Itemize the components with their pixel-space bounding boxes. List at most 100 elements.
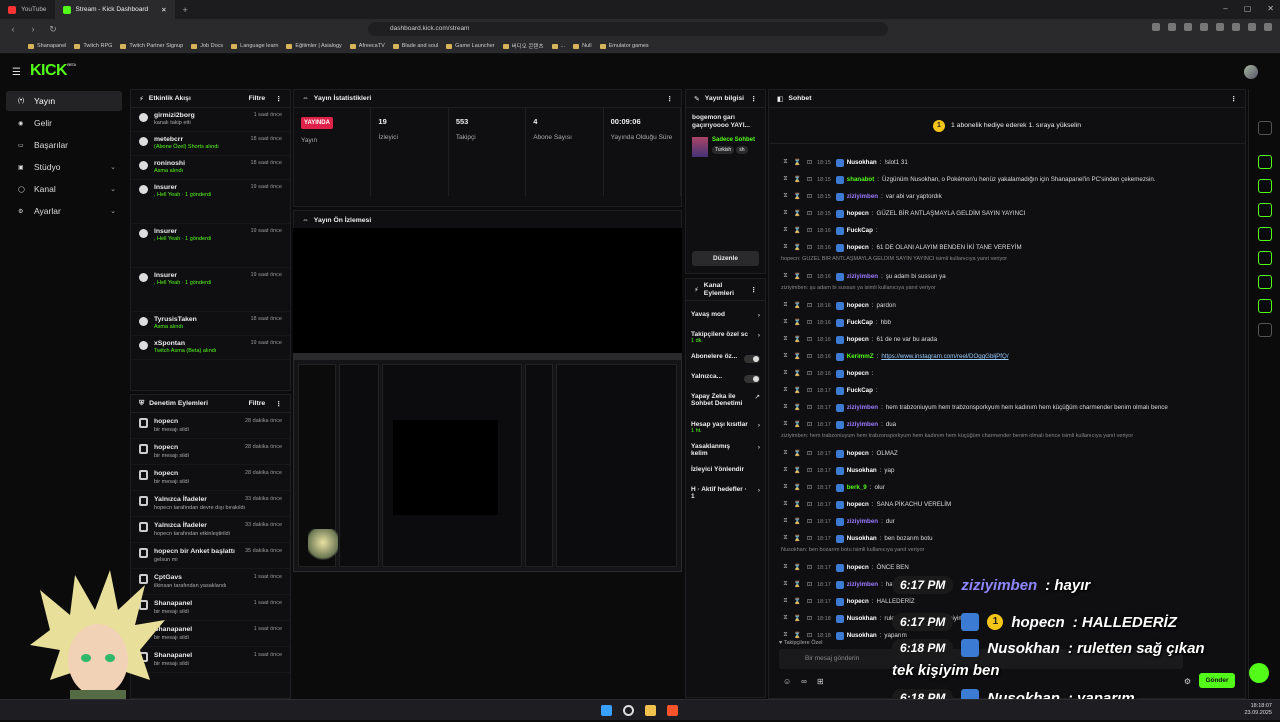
delete-icon[interactable]: ⊡	[805, 581, 814, 588]
timeout-icon[interactable]: ⌛	[793, 193, 802, 200]
more-icon[interactable]: ⋮	[666, 95, 673, 103]
chat-username[interactable]: hopecn	[847, 450, 869, 457]
file-explorer-icon[interactable]	[645, 705, 656, 716]
timeout-icon[interactable]: ⌛	[793, 244, 802, 251]
menu-icon[interactable]: ☰	[12, 67, 21, 78]
channel-action-item[interactable]: Takipçilere özel sc 1 dk. ›	[686, 327, 765, 349]
delete-icon[interactable]: ⊡	[805, 564, 814, 571]
category-name[interactable]: Sadece Sohbet	[712, 137, 755, 143]
more-icon[interactable]: ⋮	[275, 400, 282, 408]
delete-icon[interactable]: ⊡	[805, 176, 814, 183]
extension-icon[interactable]	[1248, 23, 1256, 31]
chat-bubble-icon[interactable]	[1257, 227, 1272, 241]
moderation-row[interactable]: hopecn bir mesajı sildi 28 dakika önce	[131, 439, 290, 465]
delete-icon[interactable]: ⊡	[805, 501, 814, 508]
edit-button[interactable]: Düzenle	[692, 251, 759, 266]
delete-icon[interactable]: ⊡	[805, 244, 814, 251]
chat-username[interactable]: FuckCap	[847, 319, 873, 326]
settings-icon[interactable]: ⚙	[1184, 677, 1191, 686]
bookmark-item[interactable]: Job Docs	[191, 43, 223, 49]
ban-icon[interactable]: ⧖	[781, 159, 790, 166]
system-clock[interactable]: 18:18:07 23.09.2025	[1244, 703, 1272, 717]
chat-message[interactable]: ⧖ ⌛ ⊡ 18:17 hopecn: HALLEDERİZ	[769, 593, 1245, 610]
more-icon[interactable]: ⋮	[750, 95, 757, 103]
channel-action-item[interactable]: Yavaş mod ›	[686, 307, 765, 327]
gift-icon[interactable]: ⊞	[817, 677, 824, 686]
infinity-icon[interactable]: ∞	[801, 677, 807, 686]
layout-icon[interactable]	[1257, 275, 1272, 289]
delete-icon[interactable]: ⊡	[805, 518, 814, 525]
delete-icon[interactable]: ⊡	[805, 598, 814, 605]
bookmark-item[interactable]: Shanapanel	[28, 43, 66, 49]
bookmark-item[interactable]: Eğitimler | Asialogy	[286, 43, 342, 49]
document-icon[interactable]	[1257, 203, 1272, 217]
extension-icon[interactable]	[1168, 23, 1176, 31]
extension-icon[interactable]	[1216, 23, 1224, 31]
chat-username[interactable]: Nusokhan	[847, 632, 877, 639]
bookmark-item[interactable]: Emulator games	[599, 43, 649, 49]
chat-username[interactable]: ziziyimben	[847, 421, 878, 428]
timeout-icon[interactable]: ⌛	[793, 387, 802, 394]
chat-message[interactable]: ⧖ ⌛ ⊡ 18:16 FuckCap:	[769, 222, 1245, 239]
delete-icon[interactable]: ⊡	[805, 535, 814, 542]
sidebar-item-4[interactable]: ◯ Kanal ⌄	[6, 179, 122, 199]
delete-icon[interactable]: ⊡	[805, 336, 814, 343]
brave-browser-icon[interactable]	[667, 705, 678, 716]
ban-icon[interactable]: ⧖	[781, 404, 790, 411]
chat-username[interactable]: berk_9	[847, 484, 867, 491]
timeout-icon[interactable]: ⌛	[793, 176, 802, 183]
activity-row[interactable]: lnsurer, Hell Yeah · 1 gönderdi 19 saat ö…	[131, 268, 290, 312]
timeout-icon[interactable]: ⌛	[793, 370, 802, 377]
timeout-icon[interactable]: ⌛	[793, 615, 802, 622]
extension-icon[interactable]	[1200, 23, 1208, 31]
stream-preview[interactable]	[293, 228, 682, 572]
more-icon[interactable]: ⋮	[750, 286, 757, 294]
delete-icon[interactable]: ⊡	[805, 450, 814, 457]
bookmark-item[interactable]: Blade and soul	[392, 43, 438, 49]
chat-message[interactable]: ⧖ ⌛ ⊡ 18:15 hopecn: GÜZEL BİR ANTLAŞMAYLA GEL…	[769, 205, 1245, 222]
moderation-row[interactable]: Shanapanel bir mesajı sildi 1 saat önce	[131, 595, 290, 621]
toggle-switch[interactable]	[744, 354, 760, 363]
channel-action-item[interactable]: Abonelere öz...	[686, 349, 765, 369]
chat-username[interactable]: ziziyimben	[847, 581, 878, 588]
chat-message[interactable]: ⧖ ⌛ ⊡ 18:17 ziziyimben: dua	[769, 416, 1245, 433]
chat-username[interactable]: Nusokhan	[847, 467, 877, 474]
timeout-icon[interactable]: ⌛	[793, 353, 802, 360]
timeout-icon[interactable]: ⌛	[793, 159, 802, 166]
apps-icon[interactable]	[1257, 323, 1272, 337]
chat-username[interactable]: hopecn	[847, 598, 869, 605]
chat-username[interactable]: hopecn	[847, 244, 869, 251]
windows-start-icon[interactable]	[601, 705, 612, 716]
moderation-row[interactable]: hopecn bir Anket başlattı gelsun mi 35 dak…	[131, 543, 290, 569]
extension-icon[interactable]	[1232, 23, 1240, 31]
send-button[interactable]: Gönder	[1199, 673, 1235, 688]
sidebar-item-3[interactable]: ▣ Stüdyo ⌄	[6, 157, 122, 177]
chat-message[interactable]: ⧖ ⌛ ⊡ 18:17 hopecn: OLMAZ	[769, 445, 1245, 462]
chat-username[interactable]: Nusokhan	[847, 159, 877, 166]
timeout-icon[interactable]: ⌛	[793, 450, 802, 457]
sidebar-item-5[interactable]: ⚙ Ayarlar ⌄	[6, 201, 122, 221]
channel-action-item[interactable]: Yasaklanmış kelim ›	[686, 439, 765, 462]
back-icon[interactable]: ‹	[6, 24, 20, 34]
kick-logo[interactable]: KICKBETA	[30, 62, 76, 80]
timeout-icon[interactable]: ⌛	[793, 581, 802, 588]
filter-button[interactable]: Filtre	[249, 95, 266, 103]
ban-icon[interactable]: ⧖	[781, 387, 790, 394]
chat-message[interactable]: ⧖ ⌛ ⊡ 18:17 ziziyimben: hayır	[769, 576, 1245, 593]
chat-username[interactable]: ziziyimben	[847, 273, 878, 280]
ban-icon[interactable]: ⧖	[781, 193, 790, 200]
timeout-icon[interactable]: ⌛	[793, 210, 802, 217]
timeout-icon[interactable]: ⌛	[793, 501, 802, 508]
chat-username[interactable]: hopecn	[847, 210, 869, 217]
close-icon[interactable]: ✕	[161, 6, 166, 14]
timeout-icon[interactable]: ⌛	[793, 564, 802, 571]
chat-message[interactable]: ⧖ ⌛ ⊡ 18:18 Nusokhan: ruletten sağ çıkan tek …	[769, 610, 1245, 627]
timeout-icon[interactable]: ⌛	[793, 598, 802, 605]
activity-row[interactable]: metebcrr (Abone Özel) Shorts alındı 18 saa…	[131, 132, 290, 156]
channel-action-item[interactable]: Hesap yaşı kısıtlar 1 ht. ›	[686, 417, 765, 439]
ban-icon[interactable]: ⧖	[781, 467, 790, 474]
activity-row[interactable]: roninoshi Asma alındı 18 saat önce	[131, 156, 290, 180]
ban-icon[interactable]: ⧖	[781, 581, 790, 588]
extension-icon[interactable]	[1264, 23, 1272, 31]
chat-username[interactable]: hopecn	[847, 501, 869, 508]
